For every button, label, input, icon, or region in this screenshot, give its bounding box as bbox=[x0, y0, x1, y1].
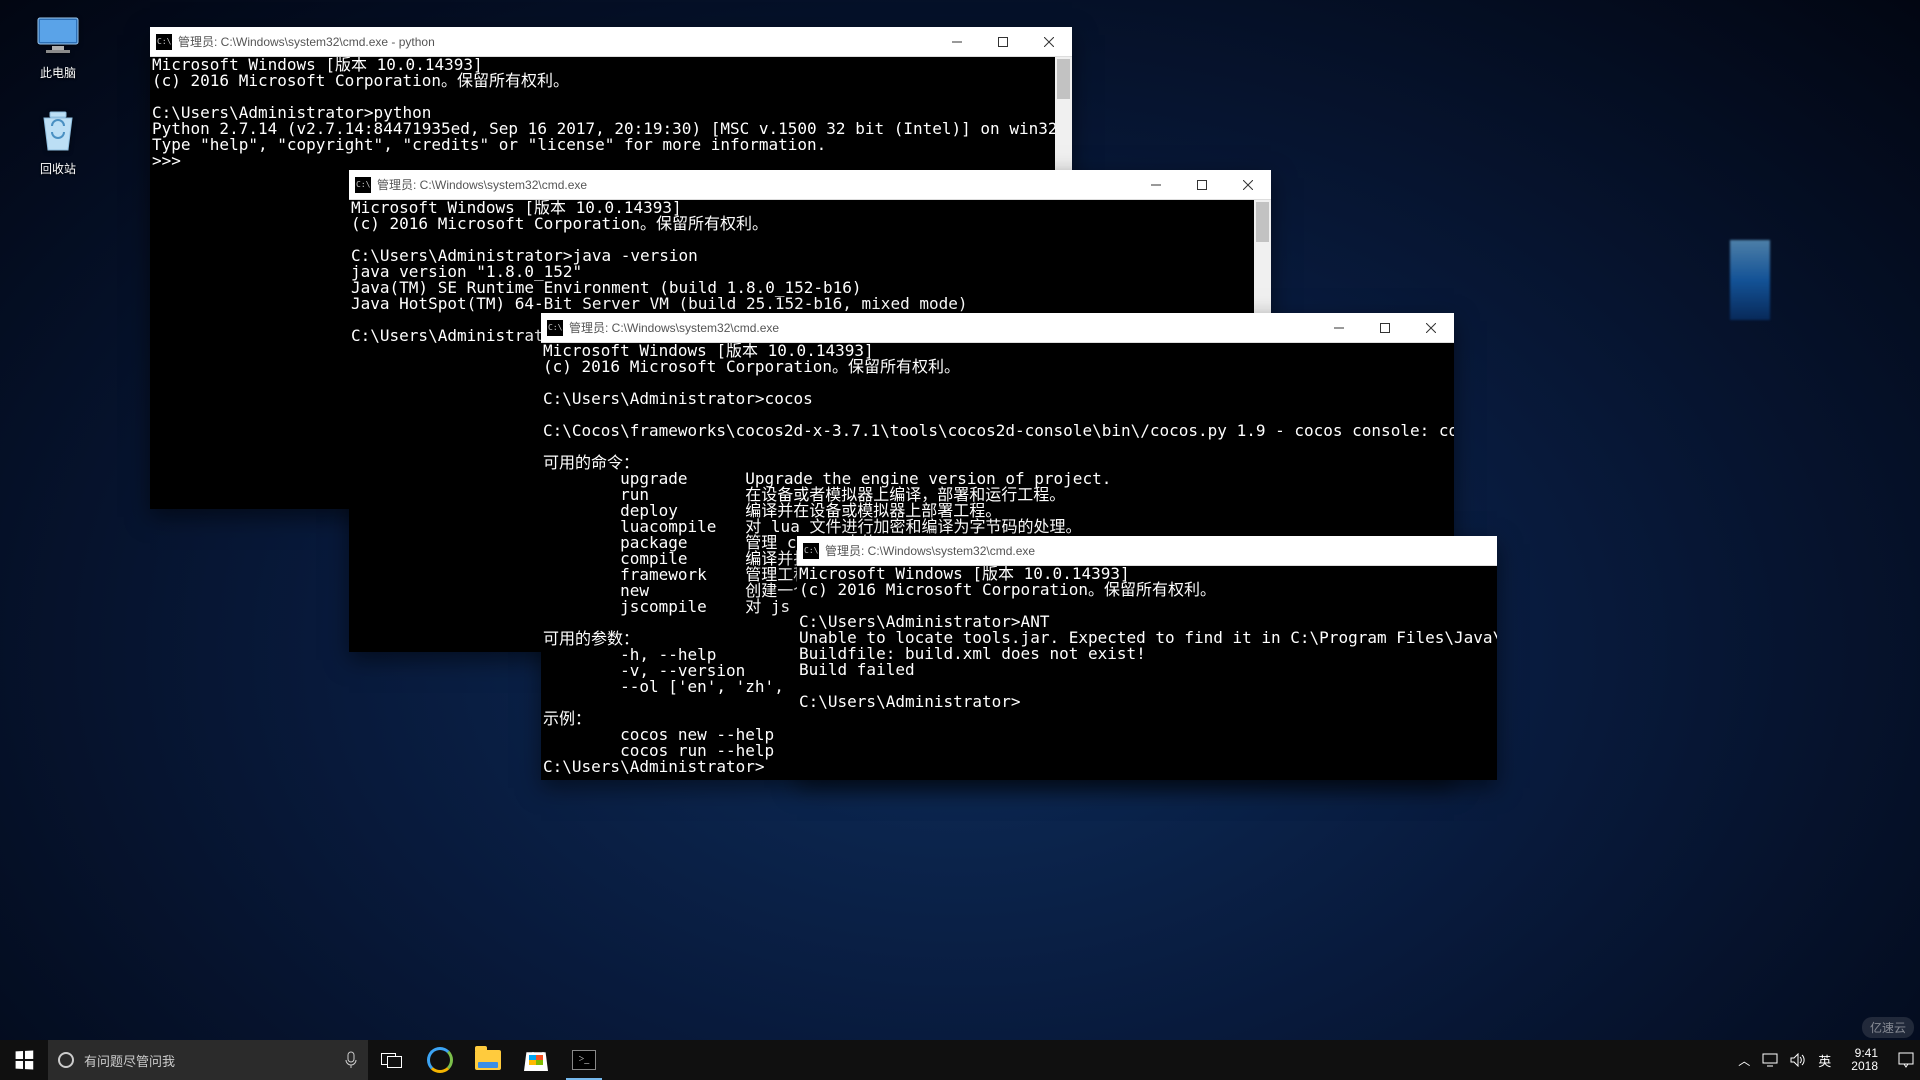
maximize-button[interactable] bbox=[980, 27, 1026, 57]
notifications-icon[interactable] bbox=[1898, 1052, 1914, 1068]
cmd-window-ant[interactable]: 管理员: C:\Windows\system32\cmd.exe Microso… bbox=[797, 536, 1497, 780]
titlebar[interactable]: 管理员: C:\Windows\system32\cmd.exe - pytho… bbox=[150, 27, 1072, 57]
windows-logo-icon bbox=[16, 1051, 34, 1070]
minimize-button[interactable] bbox=[934, 27, 980, 57]
terminal-output: Microsoft Windows [版本 10.0.14393] (c) 20… bbox=[799, 566, 1497, 711]
taskbar-edge[interactable] bbox=[416, 1040, 464, 1080]
start-button[interactable] bbox=[0, 1040, 48, 1080]
system-tray: ︿ 英 9:41 2018 bbox=[1732, 1040, 1920, 1080]
window-title: 管理员: C:\Windows\system32\cmd.exe - pytho… bbox=[178, 33, 435, 50]
recycle-bin-label: 回收站 bbox=[18, 160, 98, 177]
window-title: 管理员: C:\Windows\system32\cmd.exe bbox=[825, 542, 1035, 559]
volume-icon[interactable] bbox=[1790, 1053, 1806, 1067]
window-title: 管理员: C:\Windows\system32\cmd.exe bbox=[569, 319, 779, 336]
taskbar-store[interactable] bbox=[512, 1040, 560, 1080]
network-icon[interactable] bbox=[1762, 1053, 1778, 1067]
maximize-button[interactable] bbox=[1179, 170, 1225, 200]
clock-date: 2018 bbox=[1851, 1060, 1878, 1073]
recycle-bin-icon[interactable]: 回收站 bbox=[18, 108, 98, 177]
this-pc-label: 此电脑 bbox=[18, 64, 98, 81]
maximize-button[interactable] bbox=[1362, 313, 1408, 343]
watermark: 亿速云 bbox=[1862, 1017, 1914, 1038]
titlebar[interactable]: 管理员: C:\Windows\system32\cmd.exe bbox=[541, 313, 1454, 343]
cmd-icon bbox=[355, 177, 371, 193]
minimize-button[interactable] bbox=[1133, 170, 1179, 200]
store-icon bbox=[524, 1049, 548, 1071]
taskbar: 有问题尽管问我 ︿ 英 9:41 2018 bbox=[0, 1040, 1920, 1080]
clock[interactable]: 9:41 2018 bbox=[1843, 1047, 1886, 1073]
close-button[interactable] bbox=[1026, 27, 1072, 57]
computer-icon bbox=[34, 12, 82, 60]
mic-icon[interactable] bbox=[344, 1051, 358, 1069]
terminal-output: Microsoft Windows [版本 10.0.14393] (c) 20… bbox=[152, 57, 1057, 170]
window-title: 管理员: C:\Windows\system32\cmd.exe bbox=[377, 176, 587, 193]
cmd-icon bbox=[547, 320, 563, 336]
task-view-button[interactable] bbox=[368, 1040, 416, 1080]
titlebar[interactable]: 管理员: C:\Windows\system32\cmd.exe bbox=[349, 170, 1271, 200]
task-view-icon bbox=[381, 1051, 403, 1069]
cortana-icon bbox=[58, 1052, 74, 1068]
decorative-light bbox=[1730, 240, 1770, 320]
folder-icon bbox=[475, 1050, 501, 1070]
ime-indicator[interactable]: 英 bbox=[1818, 1051, 1831, 1070]
taskbar-explorer[interactable] bbox=[464, 1040, 512, 1080]
close-button[interactable] bbox=[1225, 170, 1271, 200]
cmd-icon bbox=[572, 1050, 596, 1070]
trash-icon bbox=[34, 108, 82, 156]
cmd-icon bbox=[803, 543, 819, 559]
titlebar[interactable]: 管理员: C:\Windows\system32\cmd.exe bbox=[797, 536, 1497, 566]
cortana-search[interactable]: 有问题尽管问我 bbox=[48, 1040, 368, 1080]
tray-chevron-icon[interactable]: ︿ bbox=[1738, 1052, 1750, 1069]
close-button[interactable] bbox=[1408, 313, 1454, 343]
search-placeholder: 有问题尽管问我 bbox=[84, 1051, 175, 1070]
terminal-body[interactable]: Microsoft Windows [版本 10.0.14393] (c) 20… bbox=[797, 566, 1497, 780]
cmd-icon bbox=[156, 34, 172, 50]
edge-icon bbox=[427, 1047, 453, 1073]
minimize-button[interactable] bbox=[1316, 313, 1362, 343]
taskbar-cmd[interactable] bbox=[560, 1040, 608, 1080]
this-pc-icon[interactable]: 此电脑 bbox=[18, 12, 98, 81]
